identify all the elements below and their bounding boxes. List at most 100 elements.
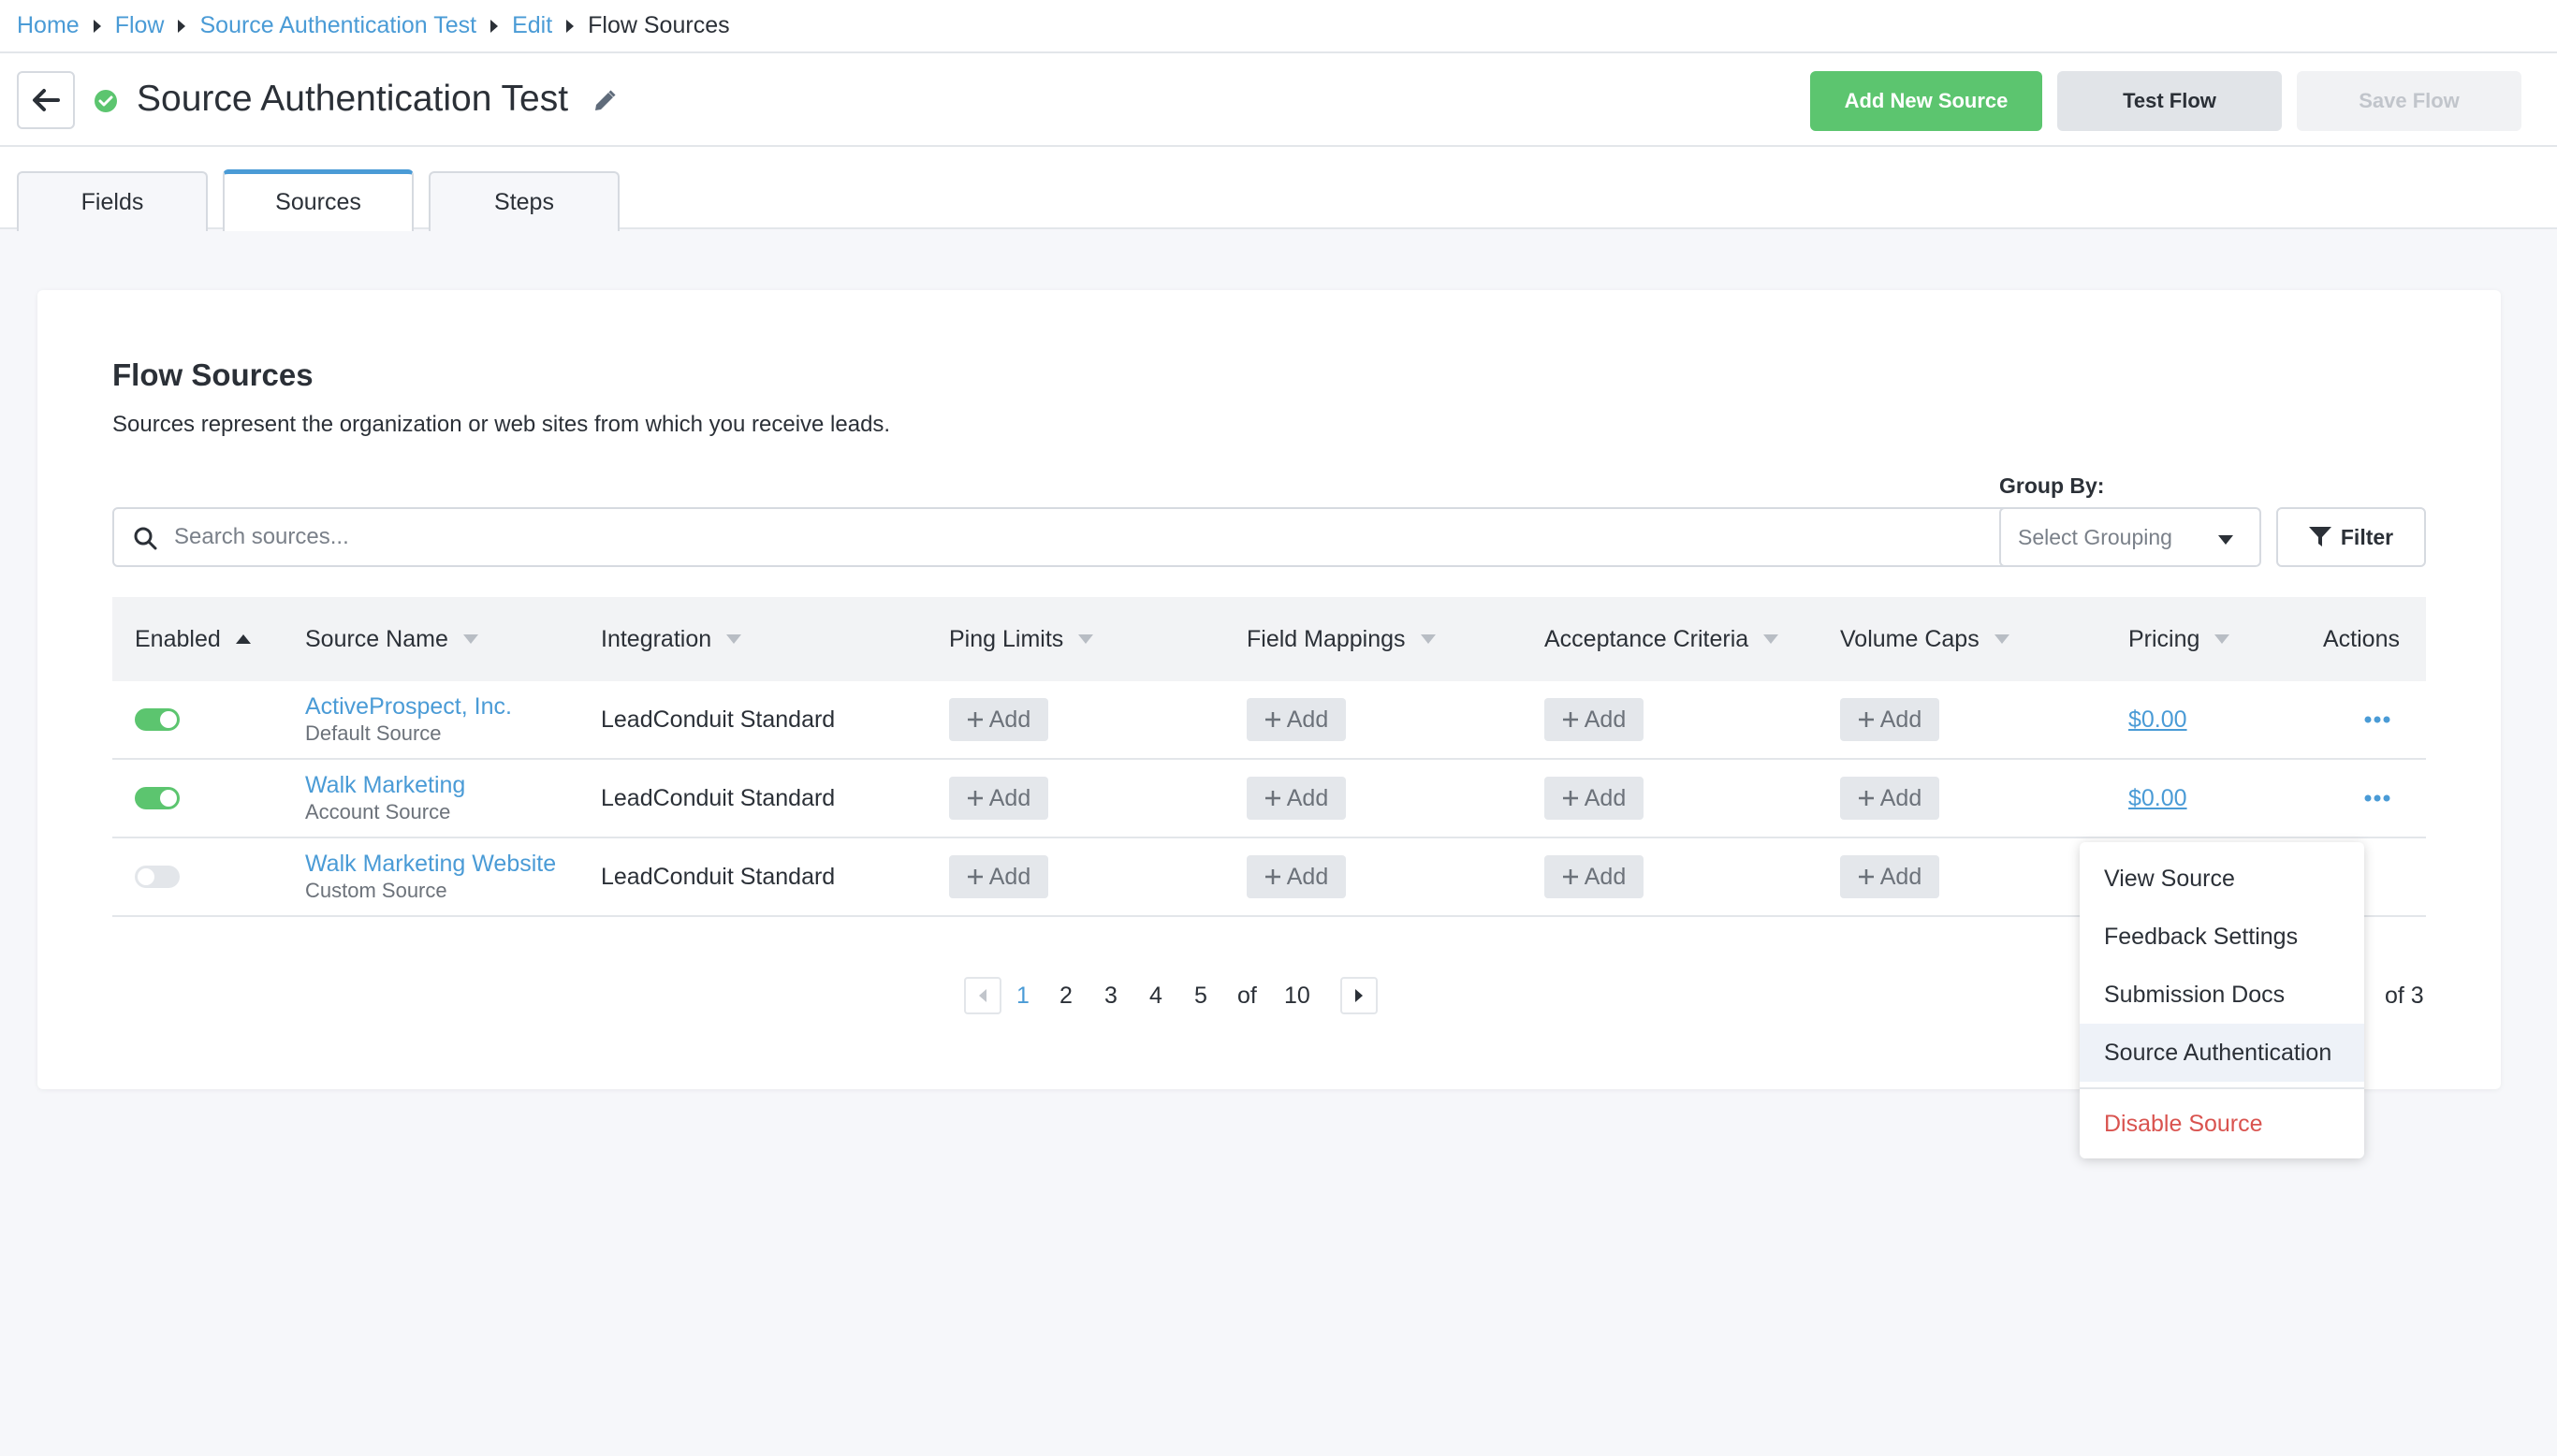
page-5[interactable]: 5 — [1194, 977, 1207, 1014]
arrow-left-icon — [33, 89, 60, 111]
plus-icon — [1264, 712, 1280, 727]
plus-icon — [1264, 869, 1280, 884]
add-ping-limit-button[interactable]: Add — [949, 698, 1048, 741]
more-actions-icon[interactable] — [2364, 716, 2390, 723]
filter-button[interactable]: Filter — [2276, 507, 2426, 567]
section-title: Flow Sources — [112, 357, 314, 392]
source-type: Account Source — [305, 800, 451, 823]
tab-sources[interactable]: Sources — [223, 169, 414, 231]
status-check-icon — [94, 89, 118, 113]
column-header-field-mappings[interactable]: Field Mappings — [1247, 597, 1436, 681]
add-volume-cap-button[interactable]: Add — [1840, 777, 1939, 820]
group-by-value: Select Grouping — [2018, 524, 2172, 549]
breadcrumb-home[interactable]: Home — [17, 12, 80, 39]
search-icon — [133, 526, 157, 550]
breadcrumb: Home Flow Source Authentication Test Edi… — [0, 0, 2557, 53]
enabled-toggle[interactable] — [135, 787, 180, 809]
plus-icon — [1858, 869, 1874, 884]
sort-asc-icon — [235, 634, 251, 644]
pricing-link[interactable]: $0.00 — [2128, 706, 2187, 734]
add-field-mapping-button[interactable]: Add — [1247, 855, 1346, 898]
column-header-enabled[interactable]: Enabled — [135, 597, 251, 681]
back-button[interactable] — [17, 71, 75, 129]
menu-source-authentication[interactable]: Source Authentication — [2080, 1024, 2364, 1082]
add-new-source-button[interactable]: Add New Source — [1810, 71, 2042, 131]
plus-icon — [1858, 791, 1874, 806]
add-ping-limit-button[interactable]: Add — [949, 777, 1048, 820]
plus-icon — [1562, 791, 1578, 806]
caret-down-icon — [2214, 634, 2230, 644]
search-input[interactable] — [174, 511, 1999, 563]
test-flow-button[interactable]: Test Flow — [2057, 71, 2282, 131]
integration-name: LeadConduit Standard — [601, 863, 836, 890]
column-header-volume-caps[interactable]: Volume Caps — [1840, 597, 2009, 681]
menu-feedback-settings[interactable]: Feedback Settings — [2080, 908, 2364, 966]
column-header-acceptance-criteria[interactable]: Acceptance Criteria — [1544, 597, 1779, 681]
menu-submission-docs[interactable]: Submission Docs — [2080, 966, 2364, 1024]
plus-icon — [1858, 712, 1874, 727]
add-volume-cap-button[interactable]: Add — [1840, 855, 1939, 898]
caret-right-icon — [93, 19, 102, 33]
flow-header: Source Authentication Test Add New Sourc… — [0, 53, 2557, 147]
tab-steps[interactable]: Steps — [429, 171, 620, 231]
plus-icon — [967, 791, 983, 806]
add-field-mapping-button[interactable]: Add — [1247, 698, 1346, 741]
pencil-icon[interactable] — [592, 88, 618, 114]
caret-down-icon — [1994, 634, 2009, 644]
pagination-total: 10 — [1284, 982, 1310, 1009]
source-name-link[interactable]: ActiveProspect, Inc. — [305, 692, 512, 721]
caret-down-icon — [2218, 535, 2233, 545]
tab-fields[interactable]: Fields — [17, 171, 208, 231]
save-flow-button[interactable]: Save Flow — [2297, 71, 2521, 131]
caret-down-icon — [726, 634, 742, 644]
plus-icon — [967, 712, 983, 727]
caret-down-icon — [462, 634, 478, 644]
page-4[interactable]: 4 — [1149, 977, 1162, 1014]
page-1[interactable]: 1 — [1016, 977, 1030, 1014]
more-actions-icon[interactable] — [2364, 794, 2390, 802]
add-ping-limit-button[interactable]: Add — [949, 855, 1048, 898]
menu-view-source[interactable]: View Source — [2080, 850, 2364, 908]
enabled-toggle[interactable] — [135, 708, 180, 731]
caret-left-icon — [979, 989, 986, 1002]
group-by-select[interactable]: Select Grouping — [1999, 507, 2261, 567]
source-name-link[interactable]: Walk Marketing Website — [305, 850, 556, 878]
page-3[interactable]: 3 — [1104, 977, 1118, 1014]
add-acceptance-criteria-button[interactable]: Add — [1544, 777, 1644, 820]
add-field-mapping-button[interactable]: Add — [1247, 777, 1346, 820]
menu-divider — [2080, 1087, 2364, 1089]
column-header-integration[interactable]: Integration — [601, 597, 742, 681]
pagination-secondary-total: of 3 — [2385, 982, 2424, 1009]
enabled-toggle[interactable] — [135, 866, 180, 888]
column-header-pricing[interactable]: Pricing — [2128, 597, 2230, 681]
filter-icon — [2308, 527, 2331, 546]
menu-disable-source[interactable]: Disable Source — [2080, 1095, 2364, 1153]
source-name-link[interactable]: Walk Marketing — [305, 771, 465, 799]
source-type: Default Source — [305, 721, 442, 745]
breadcrumb-flow-name[interactable]: Source Authentication Test — [199, 12, 476, 39]
search-box — [112, 507, 2022, 567]
group-by-label: Group By: — [1999, 473, 2105, 498]
integration-name: LeadConduit Standard — [601, 706, 836, 733]
caret-right-icon — [489, 19, 499, 33]
tabs-bar: Fields Sources Steps — [0, 147, 2557, 231]
add-volume-cap-button[interactable]: Add — [1840, 698, 1939, 741]
caret-right-icon — [565, 19, 575, 33]
column-header-source-name[interactable]: Source Name — [305, 597, 478, 681]
table-row: ActiveProspect, Inc. Default Source Lead… — [112, 681, 2426, 760]
breadcrumb-edit[interactable]: Edit — [512, 12, 552, 39]
add-acceptance-criteria-button[interactable]: Add — [1544, 855, 1644, 898]
caret-right-icon — [1355, 989, 1363, 1002]
integration-name: LeadConduit Standard — [601, 784, 836, 811]
page-2[interactable]: 2 — [1059, 977, 1073, 1014]
prev-page-button[interactable] — [964, 977, 1001, 1014]
column-header-ping-limits[interactable]: Ping Limits — [949, 597, 1094, 681]
breadcrumb-flow[interactable]: Flow — [115, 12, 165, 39]
add-acceptance-criteria-button[interactable]: Add — [1544, 698, 1644, 741]
page-title: Source Authentication Test — [137, 79, 569, 119]
plus-icon — [1264, 791, 1280, 806]
plus-icon — [967, 869, 983, 884]
next-page-button[interactable] — [1340, 977, 1378, 1014]
pricing-link[interactable]: $0.00 — [2128, 785, 2187, 812]
actions-dropdown-menu: View Source Feedback Settings Submission… — [2080, 842, 2364, 1158]
